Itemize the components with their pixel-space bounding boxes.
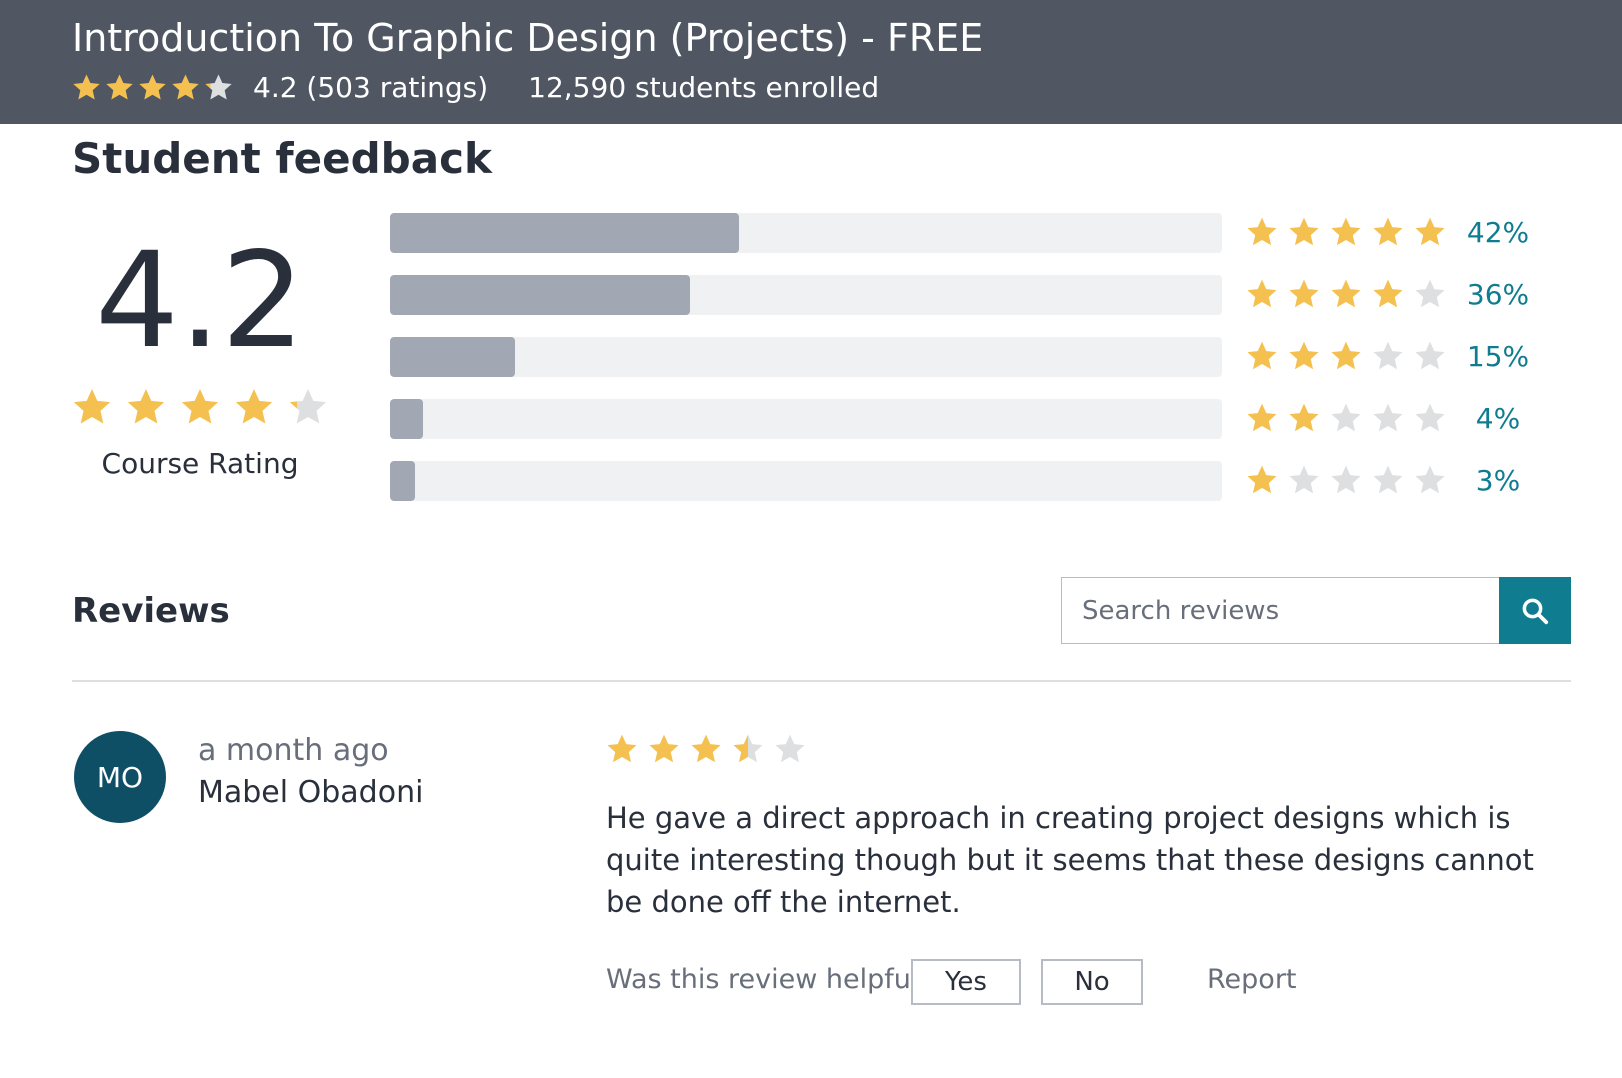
course-header: Introduction To Graphic Design (Projects… bbox=[0, 0, 1622, 124]
enrolled-count: 12,590 students enrolled bbox=[528, 70, 880, 104]
star-icon bbox=[171, 73, 200, 102]
review-text: He gave a direct approach in creating pr… bbox=[606, 801, 1534, 919]
rating-bar-fill bbox=[390, 337, 515, 377]
star-icon bbox=[138, 73, 167, 102]
star-icon bbox=[72, 387, 112, 427]
rating-bar-track bbox=[390, 213, 1222, 253]
avatar: MO bbox=[74, 731, 166, 823]
star-icon bbox=[204, 73, 233, 102]
helpful-prompt: Was this review helpful? bbox=[606, 964, 933, 995]
star-icon bbox=[648, 733, 680, 765]
star-icon bbox=[1414, 402, 1446, 434]
rating-percent[interactable]: 4% bbox=[1458, 399, 1538, 439]
rating-percent[interactable]: 36% bbox=[1458, 275, 1538, 315]
rating-percent[interactable]: 42% bbox=[1458, 213, 1538, 253]
star-icon bbox=[234, 387, 274, 427]
star-icon bbox=[1330, 278, 1362, 310]
header-star-rating bbox=[72, 73, 233, 102]
star-icon bbox=[1414, 278, 1446, 310]
helpful-no-button[interactable]: No bbox=[1041, 959, 1143, 1005]
helpful-yes-button[interactable]: Yes bbox=[911, 959, 1021, 1005]
reviews-title: Reviews bbox=[72, 591, 230, 631]
rating-bar-fill bbox=[390, 461, 415, 501]
rating-bar-fill bbox=[390, 213, 740, 253]
star-icon bbox=[1288, 278, 1320, 310]
star-icon bbox=[1372, 216, 1404, 248]
star-icon bbox=[1330, 340, 1362, 372]
rating-row-1-stars[interactable]: 3% bbox=[390, 461, 1530, 501]
star-icon bbox=[105, 73, 134, 102]
course-title: Introduction To Graphic Design (Projects… bbox=[72, 16, 984, 60]
search-button[interactable] bbox=[1499, 577, 1571, 644]
star-icon bbox=[1330, 216, 1362, 248]
star-icon bbox=[1288, 340, 1320, 372]
report-link[interactable]: Report bbox=[1207, 962, 1297, 998]
header-rating-text: 4.2 (503 ratings) bbox=[253, 70, 489, 104]
star-icon bbox=[1246, 278, 1278, 310]
course-meta: 4.2 (503 ratings) 12,590 students enroll… bbox=[72, 67, 879, 107]
star-icon bbox=[180, 387, 220, 427]
average-star-rating bbox=[72, 387, 328, 427]
rating-percent[interactable]: 15% bbox=[1458, 337, 1538, 377]
average-rating: 4.2 bbox=[95, 224, 305, 378]
course-rating-label: Course Rating bbox=[101, 447, 299, 480]
rating-bar-track bbox=[390, 337, 1222, 377]
search-icon bbox=[1522, 598, 1549, 624]
rating-row-3-stars[interactable]: 15% bbox=[390, 337, 1530, 377]
student-feedback-title: Student feedback bbox=[72, 134, 492, 183]
star-icon bbox=[1330, 464, 1362, 496]
rating-row-stars bbox=[1246, 278, 1446, 310]
star-icon bbox=[1246, 402, 1278, 434]
star-icon bbox=[1372, 402, 1404, 434]
rating-bar-fill bbox=[390, 399, 424, 439]
star-icon bbox=[1372, 464, 1404, 496]
review-timestamp: a month ago bbox=[198, 733, 389, 768]
rating-row-stars bbox=[1246, 216, 1446, 248]
rating-row-4-stars[interactable]: 36% bbox=[390, 275, 1530, 315]
star-icon bbox=[774, 733, 806, 765]
review-author: Mabel Obadoni bbox=[198, 775, 424, 810]
rating-row-stars bbox=[1246, 340, 1446, 372]
search-reviews-box bbox=[1061, 577, 1499, 644]
rating-row-stars bbox=[1246, 402, 1446, 434]
rating-percent[interactable]: 3% bbox=[1458, 461, 1538, 501]
star-icon bbox=[1330, 402, 1362, 434]
star-icon bbox=[72, 73, 101, 102]
rating-bar-track bbox=[390, 399, 1222, 439]
star-icon bbox=[1246, 340, 1278, 372]
rating-row-stars bbox=[1246, 464, 1446, 496]
review-star-rating bbox=[606, 733, 806, 765]
reviews-divider bbox=[72, 680, 1571, 682]
star-icon bbox=[1288, 402, 1320, 434]
star-icon bbox=[1288, 464, 1320, 496]
search-reviews-input[interactable] bbox=[1062, 578, 1499, 643]
star-icon bbox=[1414, 216, 1446, 248]
rating-bar-track bbox=[390, 461, 1222, 501]
star-icon bbox=[1414, 464, 1446, 496]
rating-row-5-stars[interactable]: 42% bbox=[390, 213, 1530, 253]
rating-bar-track bbox=[390, 275, 1222, 315]
star-icon bbox=[1372, 340, 1404, 372]
star-icon bbox=[732, 733, 764, 765]
rating-bar-fill bbox=[390, 275, 690, 315]
star-icon bbox=[126, 387, 166, 427]
star-icon bbox=[1372, 278, 1404, 310]
star-icon bbox=[690, 733, 722, 765]
star-icon bbox=[1288, 216, 1320, 248]
star-icon bbox=[1246, 216, 1278, 248]
rating-row-2-stars[interactable]: 4% bbox=[390, 399, 1530, 439]
star-icon bbox=[606, 733, 638, 765]
star-icon bbox=[1246, 464, 1278, 496]
star-icon bbox=[1414, 340, 1446, 372]
star-icon bbox=[288, 387, 328, 427]
